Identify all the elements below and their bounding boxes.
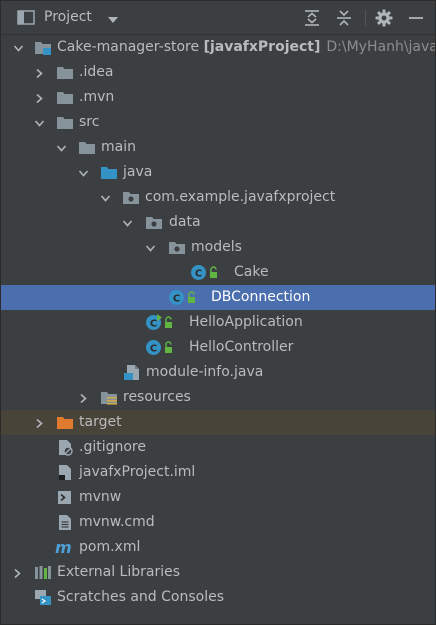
package-icon [145,214,163,231]
chevron-down-icon[interactable] [107,13,119,23]
tree-node-external-libraries[interactable]: External Libraries [1,560,435,585]
tree-node-label: resources [123,389,191,405]
collapse-all-icon[interactable] [334,8,354,28]
package-icon [168,239,186,256]
chevron-down-icon[interactable] [78,167,89,178]
tree-node-label: javafxProject.iml [79,464,196,480]
tree-node-label: HelloController [189,339,294,355]
tree-node-package[interactable]: com.example.javafxproject [1,185,435,210]
expand-all-icon[interactable] [302,8,322,28]
chevron-down-icon[interactable] [122,217,133,228]
minimize-icon[interactable] [406,8,426,28]
shell-script-icon [56,489,74,506]
tree-node-label: mvnw.cmd [79,514,155,530]
folder-icon [56,64,74,81]
tree-node-label: mvnw [79,489,122,505]
tree-node-module-info[interactable]: module-info.java [1,360,435,385]
tree-node-label: .gitignore [79,439,146,455]
chevron-down-icon[interactable] [100,192,111,203]
tree-node-label: target [79,414,122,430]
chevron-down-icon[interactable] [145,242,156,253]
java-file-icon [123,364,141,381]
project-view-icon [17,10,35,25]
root-module-name: [javafxProject] [203,39,321,55]
folder-icon [56,114,74,131]
tree-node-pom[interactable]: m pom.xml [1,535,435,560]
tree-node-src[interactable]: src [1,110,435,135]
chevron-right-icon[interactable] [78,392,88,404]
tree-node-root[interactable]: Cake-manager-store [javafxProject] D:\MyH… [1,35,435,60]
tree-node-data[interactable]: data [1,210,435,235]
tree-node-mvnw[interactable]: mvnw [1,485,435,510]
svg-text:C: C [195,269,202,280]
tree-node-gitignore[interactable]: .gitignore [1,435,435,460]
chevron-right-icon[interactable] [12,567,22,579]
project-tree: Cake-manager-store [javafxProject] D:\MyH… [1,35,435,625]
tree-node-label: java [123,164,153,180]
tree-node-label: External Libraries [57,564,180,580]
tree-node-scratches[interactable]: Scratches and Consoles [1,585,435,610]
tree-node-mvnw-cmd[interactable]: mvnw.cmd [1,510,435,535]
excluded-folder-icon [56,414,74,431]
chevron-right-icon[interactable] [34,92,44,104]
package-icon [122,189,140,206]
tree-node-iml[interactable]: javafxProject.iml [1,460,435,485]
chevron-right-icon[interactable] [34,417,44,429]
tree-node-label: main [101,139,136,155]
tree-node-hello-controller[interactable]: C HelloController [1,335,435,360]
iml-file-icon [56,464,74,481]
chevron-down-icon[interactable] [34,117,45,128]
tree-node-cake[interactable]: C Cake [1,260,435,285]
tree-node-label: Scratches and Consoles [57,589,224,605]
svg-text:C: C [150,319,157,330]
text-file-icon [56,514,74,531]
gitignore-file-icon [56,439,74,456]
tool-window-header: Project [1,1,435,35]
runnable-class-icon: C [145,314,175,331]
tree-node-main[interactable]: main [1,135,435,160]
tree-node-label: HelloApplication [189,314,303,330]
tree-node-label: DBConnection [211,289,311,305]
tree-node-label: pom.xml [79,539,141,555]
svg-text:m: m [55,539,72,556]
tree-node-idea[interactable]: .idea [1,60,435,85]
tool-window-title[interactable]: Project [44,9,92,25]
tree-node-models[interactable]: models [1,235,435,260]
tree-node-target[interactable]: target [1,410,435,435]
root-project-name: Cake-manager-store [57,39,200,55]
folder-icon [78,139,96,156]
class-icon: C [190,264,220,281]
tree-node-label: Cake [234,264,269,280]
tree-node-label: src [79,114,100,130]
class-icon: C [168,289,198,306]
chevron-down-icon[interactable] [13,42,24,53]
class-icon: C [145,339,175,356]
tree-node-resources[interactable]: resources [1,385,435,410]
maven-icon: m [54,538,76,557]
tree-node-label: .idea [79,64,114,80]
tree-node-label: com.example.javafxproject [145,189,336,205]
chevron-right-icon[interactable] [34,67,44,79]
tree-node-dbconnection[interactable]: C DBConnection [1,285,435,310]
source-root-folder-icon [100,164,118,181]
root-project-path: D:\MyHanh\java\Ca [326,39,435,55]
resources-folder-icon [100,389,118,406]
libraries-icon [34,564,52,581]
module-folder-icon [34,39,52,56]
tree-node-label: models [191,239,242,255]
tree-node-label: data [169,214,201,230]
svg-text:C: C [150,344,157,355]
gear-icon[interactable] [374,8,394,28]
toolbar-separator [365,10,366,26]
svg-text:C: C [173,294,180,305]
tree-node-hello-application[interactable]: C HelloApplication [1,310,435,335]
scratches-icon [34,589,52,606]
chevron-down-icon[interactable] [56,142,67,153]
tree-node-label: .mvn [79,89,115,105]
tree-node-mvn[interactable]: .mvn [1,85,435,110]
tree-node-label: module-info.java [146,364,264,380]
folder-icon [56,89,74,106]
tree-node-java[interactable]: java [1,160,435,185]
project-tool-window: Project Cake-manager-store [javafxProjec… [0,0,436,625]
